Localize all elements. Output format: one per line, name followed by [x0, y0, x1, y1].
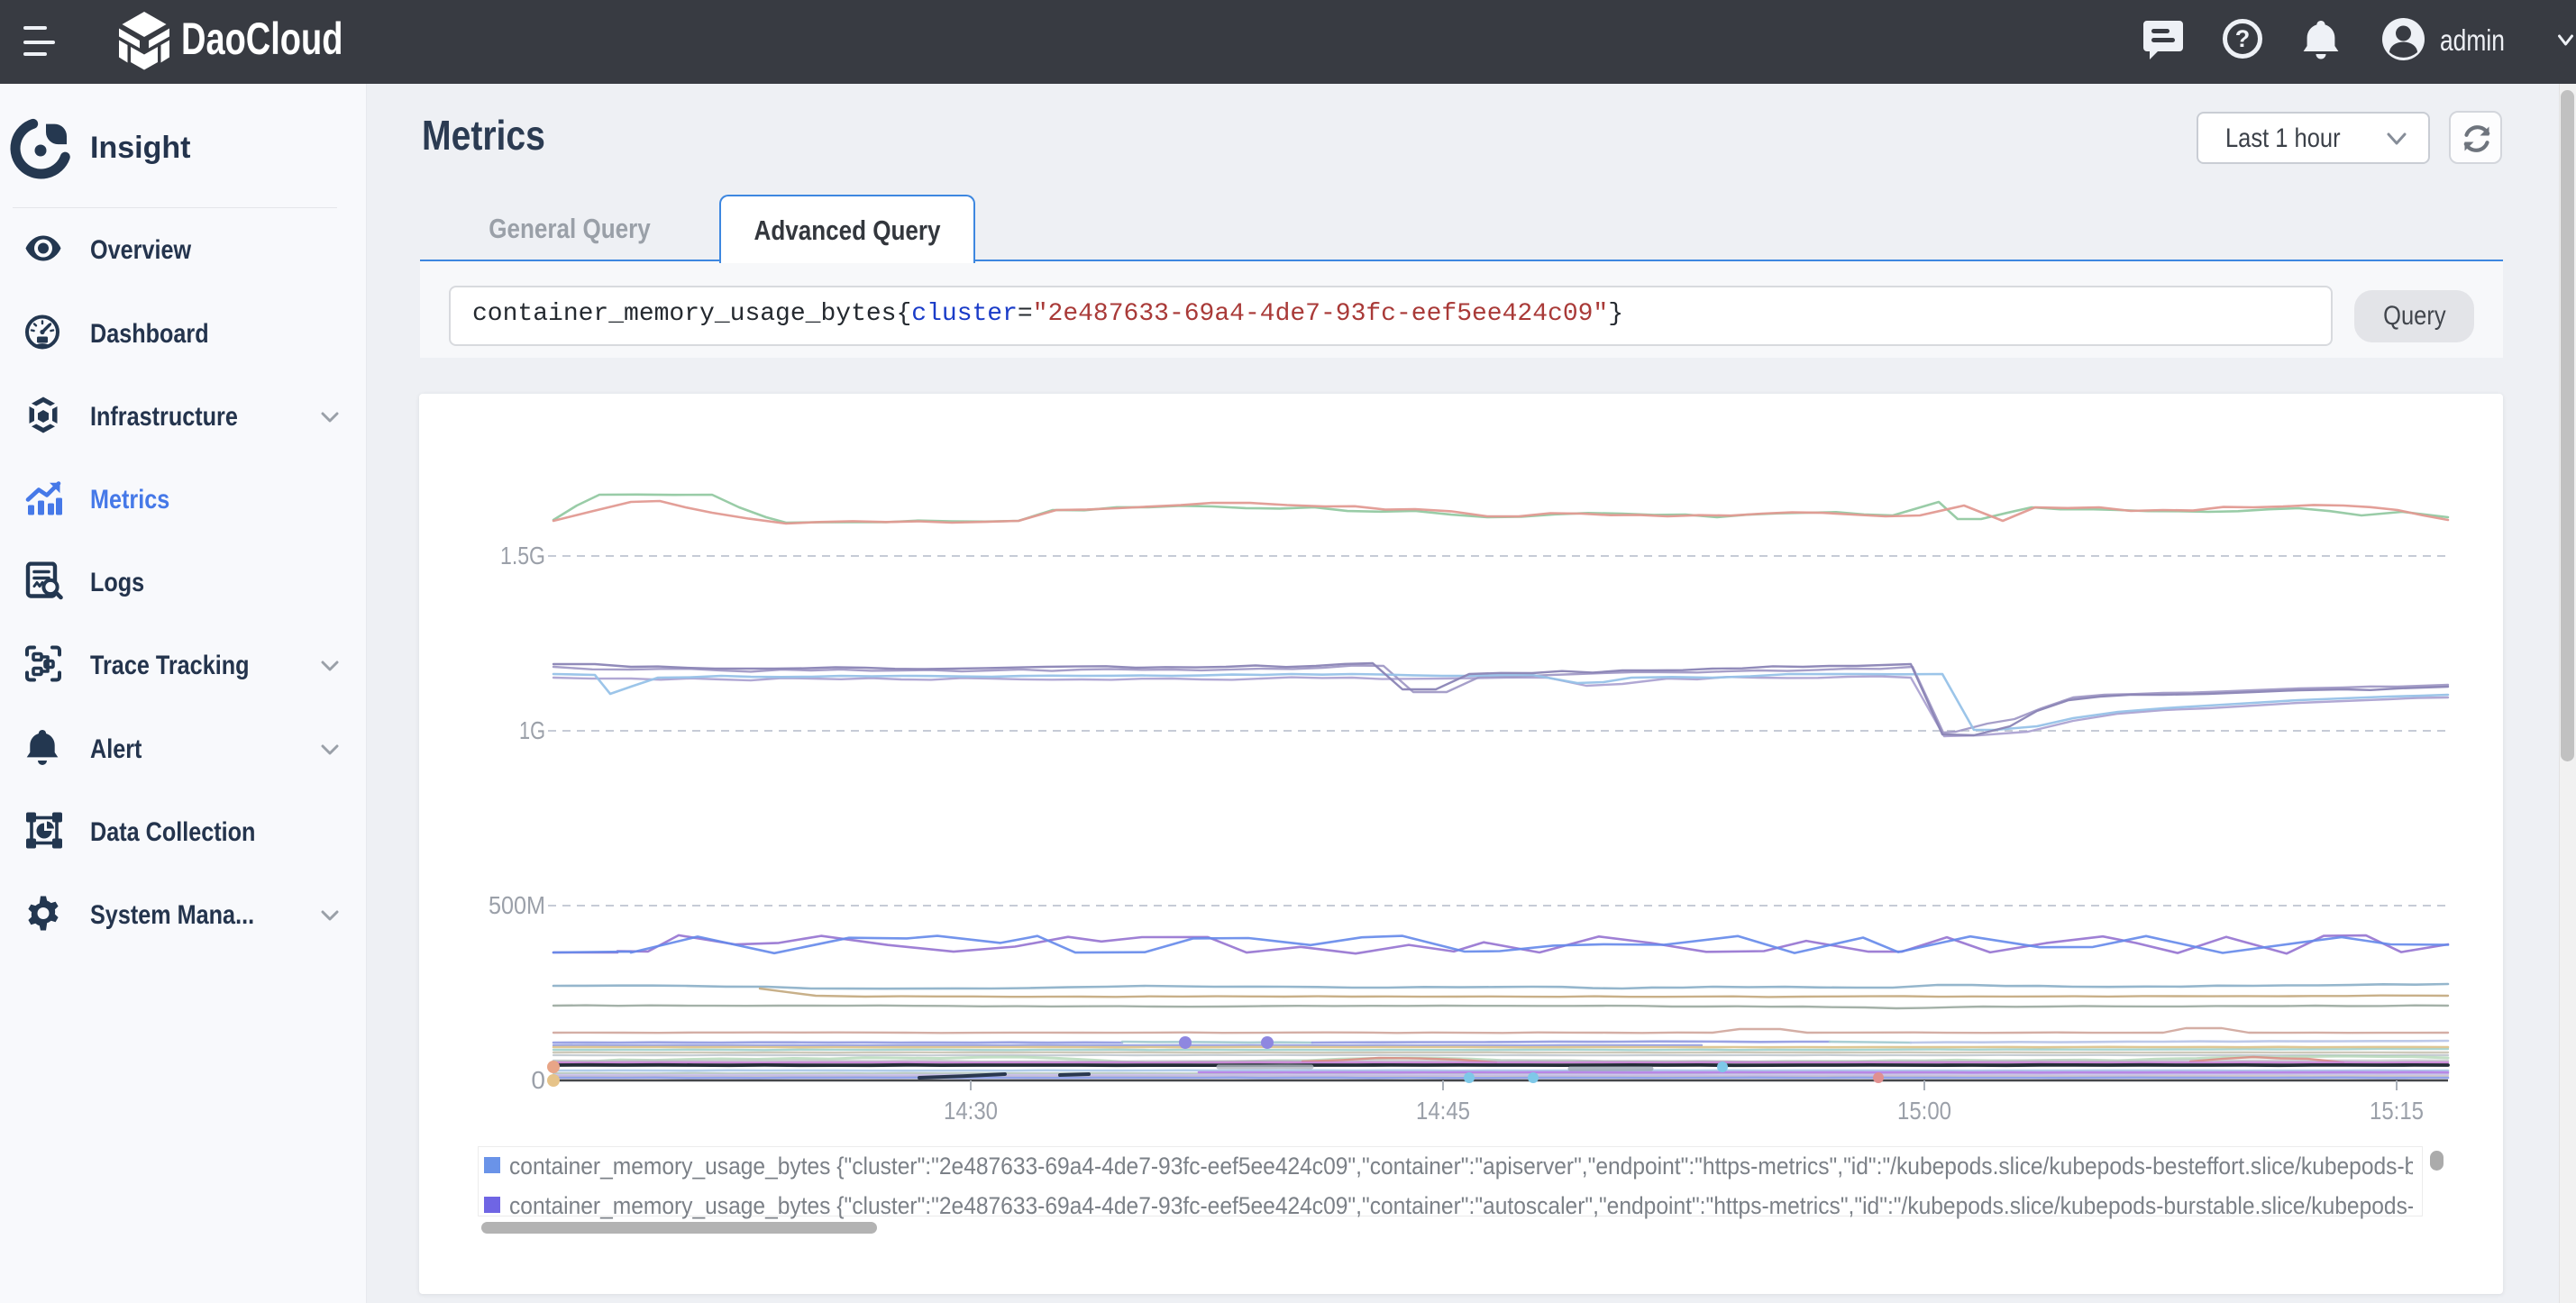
svg-text:0: 0	[531, 1066, 545, 1094]
svg-text:15:15: 15:15	[2370, 1097, 2424, 1125]
svg-text:15:00: 15:00	[1897, 1097, 1951, 1125]
svg-text:500M: 500M	[489, 891, 545, 919]
svg-text:1G: 1G	[519, 716, 545, 744]
svg-text:?: ?	[2235, 25, 2251, 52]
svg-text:1.5G: 1.5G	[500, 542, 545, 569]
svg-text:14:30: 14:30	[944, 1097, 998, 1125]
svg-text:14:45: 14:45	[1416, 1097, 1470, 1125]
